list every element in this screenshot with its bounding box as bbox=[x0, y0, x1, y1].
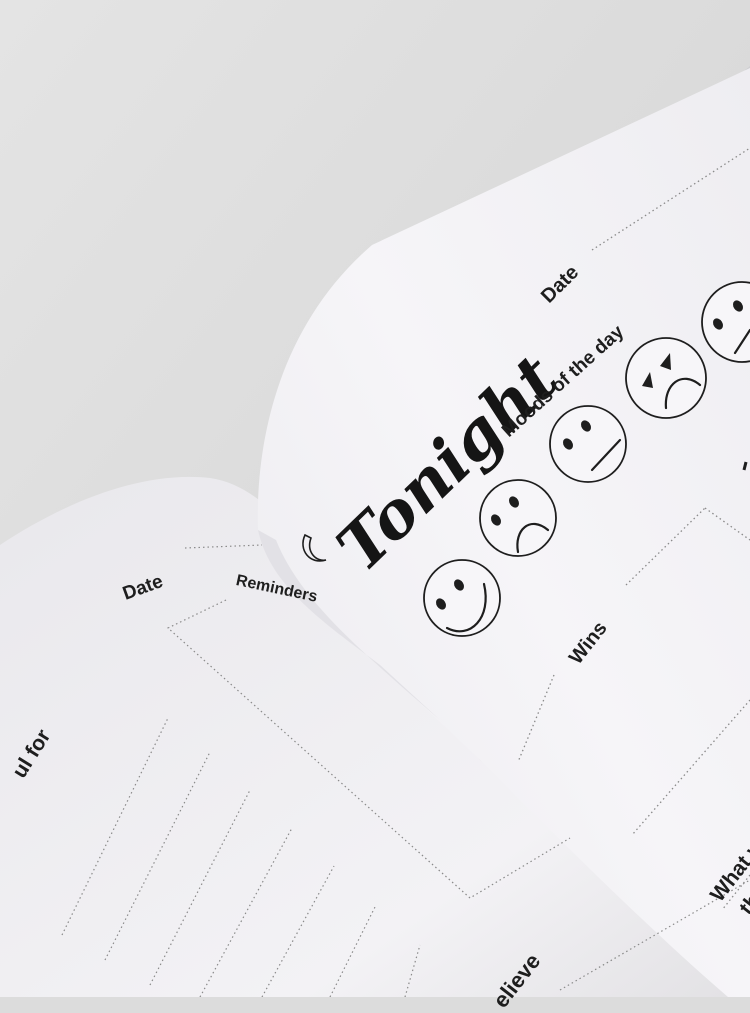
angry-face-icon bbox=[625, 337, 707, 419]
sad-face-icon bbox=[479, 479, 557, 557]
notebook-photo: Date Tonight Moods of the day Wins What … bbox=[0, 0, 750, 1012]
neutral-face-icon bbox=[549, 405, 627, 483]
partial-face-mark bbox=[742, 461, 748, 471]
happy-face-icon bbox=[423, 559, 501, 637]
